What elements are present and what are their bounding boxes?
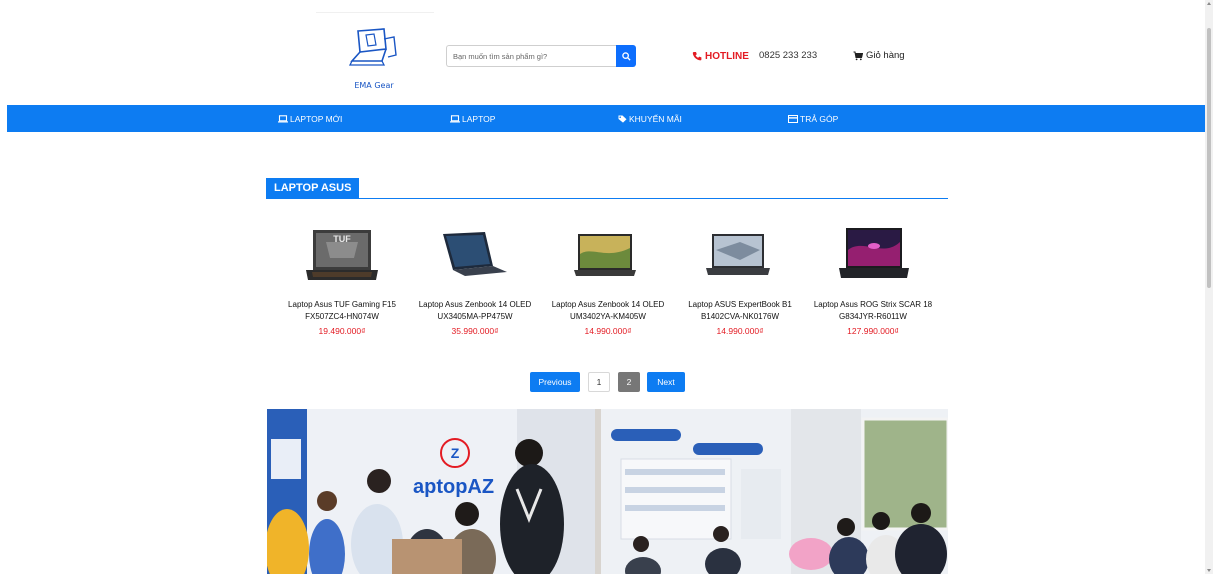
laptop-image-icon (443, 232, 507, 276)
nav-label: KHUYẾN MÃI (629, 113, 682, 124)
laptop-icon (450, 114, 460, 122)
nav-item-khuyen-mai[interactable]: KHUYẾN MÃI (618, 105, 682, 132)
product-card[interactable]: Laptop Asus Zenbook 14 OLED UM3402YA-KM4… (548, 220, 668, 337)
nav-label: TRẢ GÓP (800, 113, 839, 124)
credit-card-icon (788, 114, 798, 123)
store-sign-text: aptopAZ (413, 476, 494, 498)
scroll-thumb[interactable] (1207, 28, 1211, 288)
phone-icon (692, 52, 702, 61)
laptop-logo-icon (348, 28, 397, 66)
product-price: 14.990.000₫ (584, 326, 632, 336)
page-1-button[interactable]: 1 (588, 372, 610, 392)
scroll-down-icon[interactable] (1207, 569, 1211, 572)
cart-link[interactable]: Giỏ hàng (853, 50, 905, 61)
tag-icon (618, 115, 627, 123)
product-card[interactable]: Laptop Asus ROG Strix SCAR 18 G834JYR-R6… (813, 220, 933, 337)
product-price: 127.990.000₫ (847, 326, 899, 336)
product-image[interactable] (813, 220, 933, 288)
site-logo[interactable]: EMA Gear (316, 12, 434, 92)
product-price: 19.490.000₫ (318, 326, 366, 336)
product-image[interactable] (680, 220, 800, 288)
nav-label: LAPTOP MỚI (290, 113, 343, 124)
cart-icon (853, 50, 863, 60)
product-image[interactable] (415, 220, 535, 288)
product-name[interactable]: Laptop Asus TUF Gaming F15 FX507ZC4-HN07… (282, 299, 402, 323)
main-nav: LAPTOP MỚI LAPTOP KHUYẾN MÃI TRẢ GÓP (7, 105, 1208, 132)
product-price: 14.990.000₫ (716, 326, 764, 336)
next-page-button[interactable]: Next (647, 372, 685, 392)
svg-text:TUF: TUF (333, 234, 351, 244)
search-icon (621, 51, 631, 61)
store-crowd-image: Z aptopAZ (267, 409, 595, 574)
page-2-button[interactable]: 2 (618, 372, 640, 392)
nav-item-tra-gop[interactable]: TRẢ GÓP (788, 105, 838, 132)
hotline-label: HOTLINE (705, 50, 749, 62)
product-price: 35.990.000₫ (451, 326, 499, 336)
product-card[interactable]: Laptop Asus Zenbook 14 OLED UX3405MA-PP4… (415, 220, 535, 337)
laptop-image-icon: TUF (306, 230, 378, 280)
product-name[interactable]: Laptop Asus Zenbook 14 OLED UX3405MA-PP4… (415, 299, 535, 323)
cart-label: Giỏ hàng (866, 50, 905, 61)
product-card[interactable]: TUF Laptop Asus TUF Gaming F15 FX507ZC4-… (282, 220, 402, 337)
laptop-icon (278, 114, 288, 122)
search-button[interactable] (616, 45, 636, 67)
search-input[interactable] (446, 45, 616, 67)
previous-page-button[interactable]: Previous (530, 372, 580, 392)
store-interior-image (601, 409, 948, 574)
logo-text: EMA Gear (354, 81, 394, 90)
product-card[interactable]: Laptop ASUS ExpertBook B1 B1402CVA-NK017… (680, 220, 800, 337)
search-bar (446, 45, 636, 67)
laptop-image-icon (706, 234, 770, 275)
store-photo-right (601, 409, 948, 574)
hotline-number[interactable]: 0825 233 233 (759, 50, 817, 61)
product-name[interactable]: Laptop Asus ROG Strix SCAR 18 G834JYR-R6… (813, 299, 933, 323)
product-image[interactable] (548, 220, 668, 288)
header: EMA Gear HOTLINE 0825 233 233 (0, 0, 1213, 105)
scroll-up-icon[interactable] (1207, 2, 1211, 5)
product-image[interactable]: TUF (282, 220, 402, 288)
page-scrollbar[interactable] (1205, 0, 1213, 574)
store-logo-letter: Z (451, 445, 460, 461)
product-name[interactable]: Laptop Asus Zenbook 14 OLED UM3402YA-KM4… (548, 299, 668, 323)
laptop-image-icon (839, 228, 909, 278)
section-title: LAPTOP ASUS (266, 178, 360, 198)
nav-item-laptop-moi[interactable]: LAPTOP MỚI (278, 105, 342, 132)
page: EMA Gear HOTLINE 0825 233 233 (0, 0, 1213, 574)
store-photo-left: Z aptopAZ (267, 409, 595, 574)
section-header: LAPTOP ASUS (266, 178, 948, 199)
product-name[interactable]: Laptop ASUS ExpertBook B1 B1402CVA-NK017… (680, 299, 800, 323)
nav-item-laptop[interactable]: LAPTOP (450, 105, 495, 132)
laptop-image-icon (574, 234, 636, 276)
hotline[interactable]: HOTLINE (692, 50, 749, 62)
nav-label: LAPTOP (462, 113, 496, 124)
